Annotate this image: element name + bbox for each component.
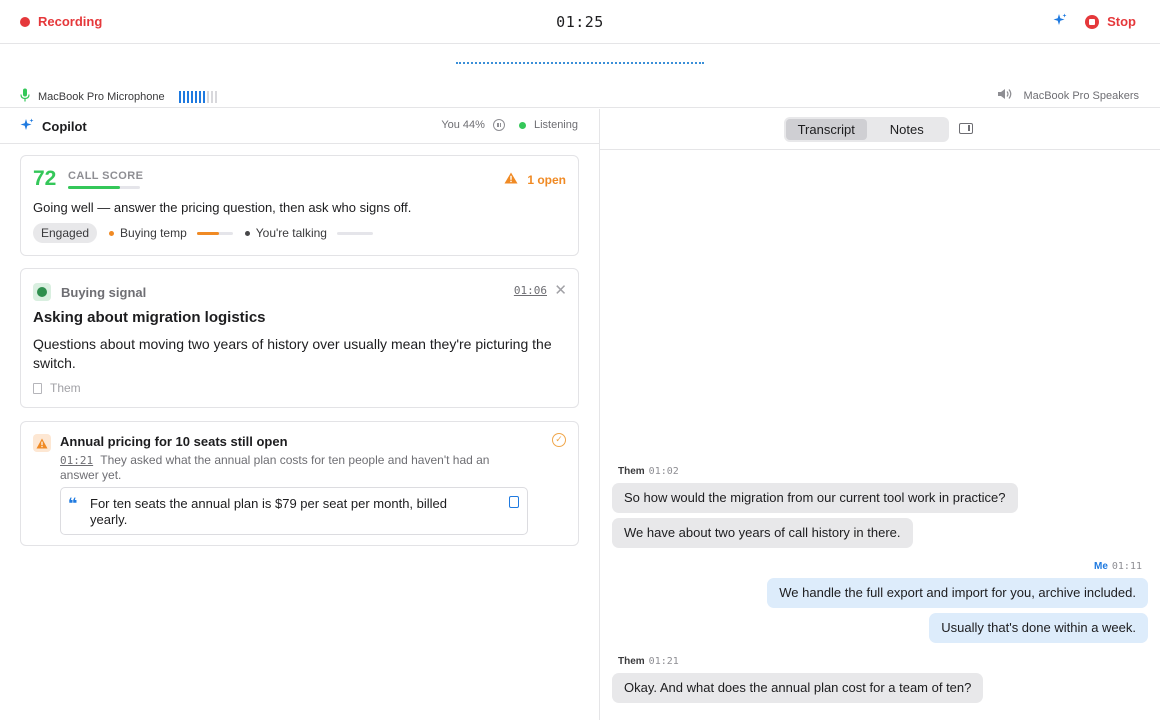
- mic-level-segment: [214, 90, 217, 103]
- speaker-label: Me 01:11: [1094, 561, 1142, 572]
- tab-bar: Transcript Notes: [600, 109, 1160, 150]
- speaker-label: Them 01:21: [618, 656, 679, 667]
- close-icon[interactable]: ✕: [554, 281, 567, 299]
- call-score-label: CALL SCORE: [68, 170, 144, 182]
- transcript-message: We handle the full export and import for…: [767, 578, 1148, 608]
- speaker-name: MacBook Pro Speakers: [1023, 89, 1139, 102]
- copilot-title: Copilot: [42, 119, 87, 134]
- stop-icon: [1085, 14, 1100, 29]
- audio-waveform: [456, 62, 704, 64]
- warning-icon: [33, 434, 51, 452]
- mic-level-segment: [202, 90, 205, 103]
- message-time: 01:21: [648, 656, 679, 667]
- speaker-device[interactable]: MacBook Pro Speakers: [997, 88, 1139, 103]
- tab-transcript[interactable]: Transcript: [786, 119, 867, 140]
- open-items-count: 1 open: [527, 172, 566, 187]
- copilot-header: Copilot You 44% Listening: [0, 109, 599, 144]
- mic-level-segment: [194, 90, 197, 103]
- talk-share: You 44%: [441, 119, 485, 131]
- sidebar-toggle-icon[interactable]: [959, 123, 973, 134]
- buying-temp-fill: [196, 231, 220, 235]
- transcript-message: Okay. And what does the annual plan cost…: [612, 673, 984, 703]
- quote-icon: ❝: [68, 496, 78, 513]
- sentiment-badge: Engaged: [33, 223, 98, 243]
- top-bar: Recording 01:25 Stop: [0, 0, 1160, 44]
- open-question-timestamp-link[interactable]: 01:21: [60, 454, 93, 467]
- document-icon: [33, 382, 42, 394]
- trend-up-icon: [33, 283, 51, 301]
- suggested-answer-text: For ten seats the annual plan is $79 per…: [90, 496, 447, 527]
- suggested-answer: ❝ For ten seats the annual plan is $79 p…: [60, 487, 528, 535]
- open-question-detail: They asked what the annual plan costs fo…: [60, 453, 490, 482]
- signal-source: Them: [50, 381, 81, 395]
- buying-signal-card: Buying signal 01:06 ✕ Asking about migra…: [20, 268, 579, 408]
- buying-temp-meter: Buying temp: [109, 226, 233, 240]
- transcript-pane: Transcript Notes Them 01:02 So how would …: [600, 109, 1160, 720]
- call-summary: Going well — answer the pricing question…: [33, 200, 412, 215]
- buying-temp-dot-icon: [109, 230, 115, 236]
- signal-title: Asking about migration logistics: [33, 309, 266, 326]
- mic-level-segment: [182, 90, 185, 103]
- copy-icon[interactable]: [509, 496, 519, 508]
- microphone-device[interactable]: MacBook Pro Microphone: [20, 88, 217, 105]
- mic-level-segment: [186, 90, 189, 103]
- call-score-card: 72 CALL SCORE 1 open Going well — answer…: [20, 155, 579, 256]
- speaker-name: Them: [618, 466, 645, 477]
- microphone-name: MacBook Pro Microphone: [38, 90, 165, 103]
- pause-icon[interactable]: [492, 119, 505, 131]
- talking-meter: You're talking: [244, 226, 373, 240]
- signal-body: Questions about moving two years of hist…: [33, 336, 552, 371]
- signal-timestamp-link[interactable]: 01:06: [514, 284, 547, 297]
- speaker-label: Them 01:02: [618, 466, 679, 477]
- mic-level-segment: [178, 90, 181, 103]
- transcript-message: Usually that's done within a week.: [929, 613, 1148, 643]
- transcript-message: So how would the migration from our curr…: [612, 483, 1018, 513]
- open-question-title: Annual pricing for 10 seats still open: [60, 434, 288, 449]
- mic-level-segment: [190, 90, 193, 103]
- call-score-fill: [68, 186, 120, 189]
- view-switcher: Transcript Notes: [784, 117, 949, 142]
- open-items-badge[interactable]: 1 open: [504, 172, 566, 187]
- open-question-card: Annual pricing for 10 seats still open ✓…: [20, 421, 579, 546]
- stop-label: Stop: [1107, 14, 1136, 29]
- call-timer: 01:25: [556, 13, 604, 31]
- mic-level-segment: [198, 90, 201, 103]
- signal-type: Buying signal: [61, 284, 147, 300]
- speaker-name: Them: [618, 656, 645, 667]
- talking-label: You're talking: [255, 226, 327, 240]
- listening-status: Listening: [533, 119, 578, 131]
- speaker-name: Me: [1093, 561, 1108, 572]
- talking-bar: [336, 231, 373, 235]
- mic-level-segment: [210, 90, 213, 103]
- buying-temp-label: Buying temp: [120, 226, 187, 240]
- warning-icon: [504, 172, 518, 187]
- speaker-icon: [997, 88, 1013, 103]
- mic-level-segment: [206, 90, 209, 103]
- buying-temp-bar: [196, 231, 233, 235]
- audio-bar: MacBook Pro Microphone MacBook Pro Speak…: [0, 44, 1160, 108]
- check-circle-icon[interactable]: ✓: [552, 433, 566, 447]
- mic-level-meter: [178, 90, 217, 103]
- message-time: 01:02: [648, 466, 679, 477]
- microphone-icon: [20, 88, 30, 105]
- tab-notes[interactable]: Notes: [867, 119, 948, 140]
- sparkle-icon[interactable]: [1053, 13, 1067, 30]
- talking-dot-icon: [244, 230, 250, 236]
- transcript-message: We have about two years of call history …: [612, 518, 913, 548]
- call-score-bar: [68, 186, 140, 189]
- call-score-value: 72: [33, 167, 57, 190]
- stop-button[interactable]: Stop: [1085, 14, 1136, 29]
- message-time: 01:11: [1111, 561, 1142, 572]
- sparkle-icon: [20, 118, 34, 135]
- copilot-pane: Copilot You 44% Listening 72 CALL SCORE …: [0, 109, 600, 720]
- listening-dot-icon: [518, 121, 526, 129]
